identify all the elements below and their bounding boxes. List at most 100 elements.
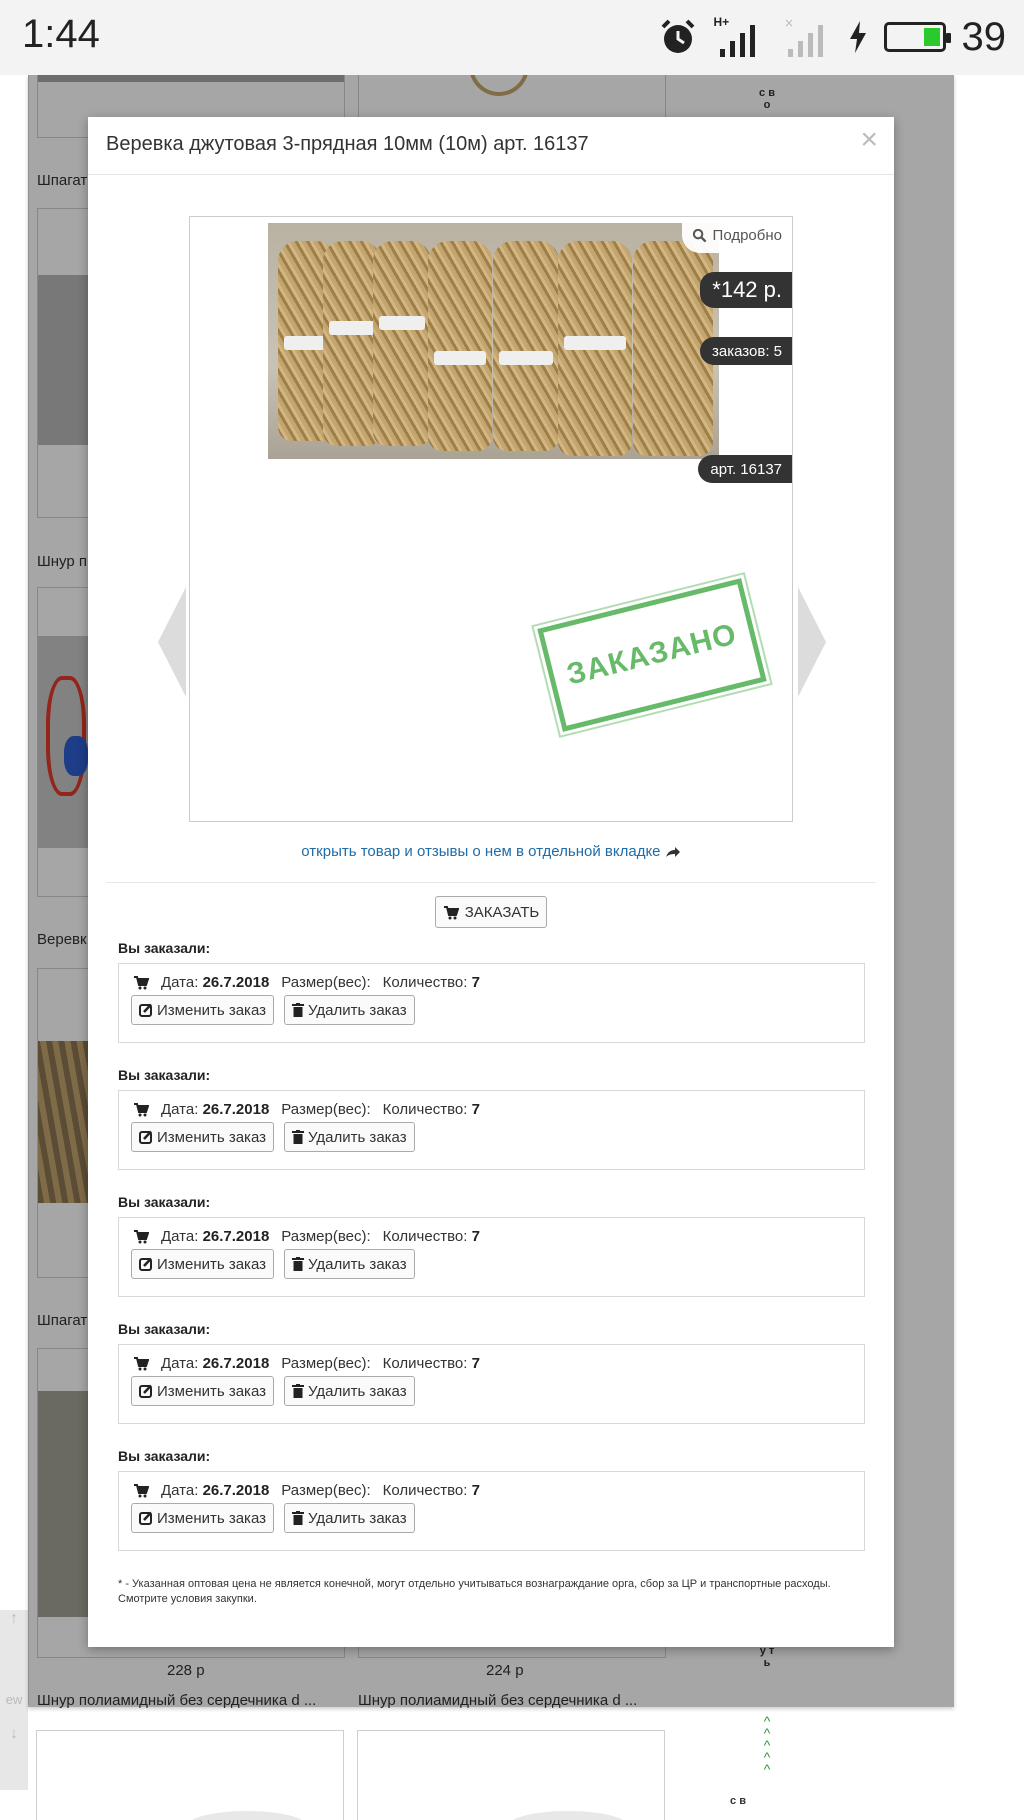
order-details: Дата: 26.7.2018 Размер(вес): Количество:… [133,1101,480,1118]
product-modal: Веревка джутовая 3-прядная 10мм (10м) ар… [88,117,894,1647]
product-gallery: Подробно *142 р. заказов: 5 арт. 16137 З… [189,216,793,822]
order-heading: Вы заказали: [118,940,211,956]
side-scroll-down-tab[interactable]: ↓ [0,1725,28,1790]
order-date: Дата: 26.7.2018 [161,1355,270,1372]
order-size: Размер(вес): [281,1228,371,1245]
trash-icon [292,1511,304,1525]
cart-icon [134,1103,149,1117]
order-size: Размер(вес): [281,974,371,991]
order-size: Размер(вес): [281,1101,371,1118]
cart-icon [134,1230,149,1244]
battery-percent: 39 [961,14,1007,59]
signal-h-plus-icon: H+ [714,15,766,59]
article-tag: арт. 16137 [698,455,792,483]
delete-order-button[interactable]: Удалить заказ [284,1376,415,1406]
delete-order-button[interactable]: Удалить заказ [284,1249,415,1279]
edit-order-label: Изменить заказ [157,1128,266,1146]
cart-icon [134,1357,149,1371]
product-photo[interactable] [268,223,719,459]
order-quantity: Количество: 7 [382,1228,480,1245]
product-card[interactable] [357,1730,665,1820]
gallery-next-arrow-icon[interactable] [798,587,826,697]
product-image [187,1811,307,1820]
ordered-stamp: ЗАКАЗАНО [531,570,773,740]
delete-order-button[interactable]: Удалить заказ [284,995,415,1025]
order-details: Дата: 26.7.2018 Размер(вес): Количество:… [133,1355,480,1372]
trash-icon [292,1384,304,1398]
divider [106,882,876,883]
modal-header: Веревка джутовая 3-прядная 10мм (10м) ар… [88,117,894,175]
order-heading: Вы заказали: [118,1067,211,1083]
order-button[interactable]: ЗАКАЗАТЬ [435,896,547,928]
status-bar: 1:44 H+ × 39 [0,0,1024,75]
order-quantity: Количество: 7 [382,1101,480,1118]
order-item: Дата: 26.7.2018 Размер(вес): Количество:… [118,963,865,1043]
edit-order-label: Изменить заказ [157,1001,266,1019]
order-date: Дата: 26.7.2018 [161,1101,270,1118]
edit-icon [139,1511,152,1525]
delete-order-button[interactable]: Удалить заказ [284,1503,415,1533]
order-quantity: Количество: 7 [382,1482,480,1499]
edit-order-button[interactable]: Изменить заказ [131,1249,274,1279]
cart-icon [443,905,459,919]
order-item: Дата: 26.7.2018 Размер(вес): Количество:… [118,1217,865,1297]
battery-icon [883,22,951,52]
open-product-link-text[interactable]: открыть товар и отзывы о нем в отдельной… [301,843,660,860]
close-icon[interactable]: × [860,125,878,155]
battery-fill [923,28,940,46]
order-item: Дата: 26.7.2018 Размер(вес): Количество:… [118,1344,865,1424]
order-details: Дата: 26.7.2018 Размер(вес): Количество:… [133,974,480,991]
share-arrow-icon [665,847,680,858]
side-vertical-label: с в [730,1795,746,1807]
edit-icon [139,1384,152,1398]
order-button-label: ЗАКАЗАТЬ [464,903,540,921]
gallery-prev-arrow-icon[interactable] [158,587,186,697]
order-actions: Изменить заказ Удалить заказ [131,1249,415,1279]
scroll-up-arrows-icon[interactable]: ^ ^ ^ ^ ^ [759,1714,775,1776]
status-time: 1:44 [22,12,100,56]
edit-order-button[interactable]: Изменить заказ [131,1122,274,1152]
order-actions: Изменить заказ Удалить заказ [131,1376,415,1406]
trash-icon [292,1003,304,1017]
modal-title: Веревка джутовая 3-прядная 10мм (10м) ар… [106,133,589,155]
delete-order-button[interactable]: Удалить заказ [284,1122,415,1152]
trash-icon [292,1130,304,1144]
trash-icon [292,1257,304,1271]
edit-order-button[interactable]: Изменить заказ [131,995,274,1025]
edit-icon [139,1257,152,1271]
alarm-icon [661,19,694,53]
open-product-link[interactable]: открыть товар и отзывы о нем в отдельной… [88,843,894,860]
product-card[interactable] [36,1730,344,1820]
delete-order-label: Удалить заказ [308,1382,407,1400]
order-date: Дата: 26.7.2018 [161,1482,270,1499]
orders-count-tag: заказов: 5 [700,337,792,365]
edit-order-button[interactable]: Изменить заказ [131,1376,274,1406]
product-image [508,1811,628,1820]
edit-icon [139,1130,152,1144]
order-quantity: Количество: 7 [382,974,480,991]
detail-button[interactable]: Подробно [681,217,792,253]
edit-order-label: Изменить заказ [157,1255,266,1273]
order-details: Дата: 26.7.2018 Размер(вес): Количество:… [133,1482,480,1499]
charging-icon [849,21,866,53]
order-heading: Вы заказали: [118,1321,211,1337]
order-heading: Вы заказали: [118,1194,211,1210]
cart-icon [134,976,149,990]
edit-order-label: Изменить заказ [157,1509,266,1527]
order-quantity: Количество: 7 [382,1355,480,1372]
delete-order-label: Удалить заказ [308,1001,407,1019]
delete-order-label: Удалить заказ [308,1509,407,1527]
edit-order-button[interactable]: Изменить заказ [131,1503,274,1533]
price-tag: *142 р. [700,272,792,308]
cart-icon [134,1484,149,1498]
order-size: Размер(вес): [281,1482,371,1499]
edit-icon [139,1003,152,1017]
order-actions: Изменить заказ Удалить заказ [131,1122,415,1152]
order-actions: Изменить заказ Удалить заказ [131,1503,415,1533]
order-size: Размер(вес): [281,1355,371,1372]
search-icon [692,228,706,242]
detail-label: Подробно [712,226,782,244]
side-scroll-up-tab[interactable]: ↑ [0,1610,28,1675]
side-view-tab[interactable]: ew [0,1675,28,1725]
status-icons: H+ × 39 [658,12,1007,62]
